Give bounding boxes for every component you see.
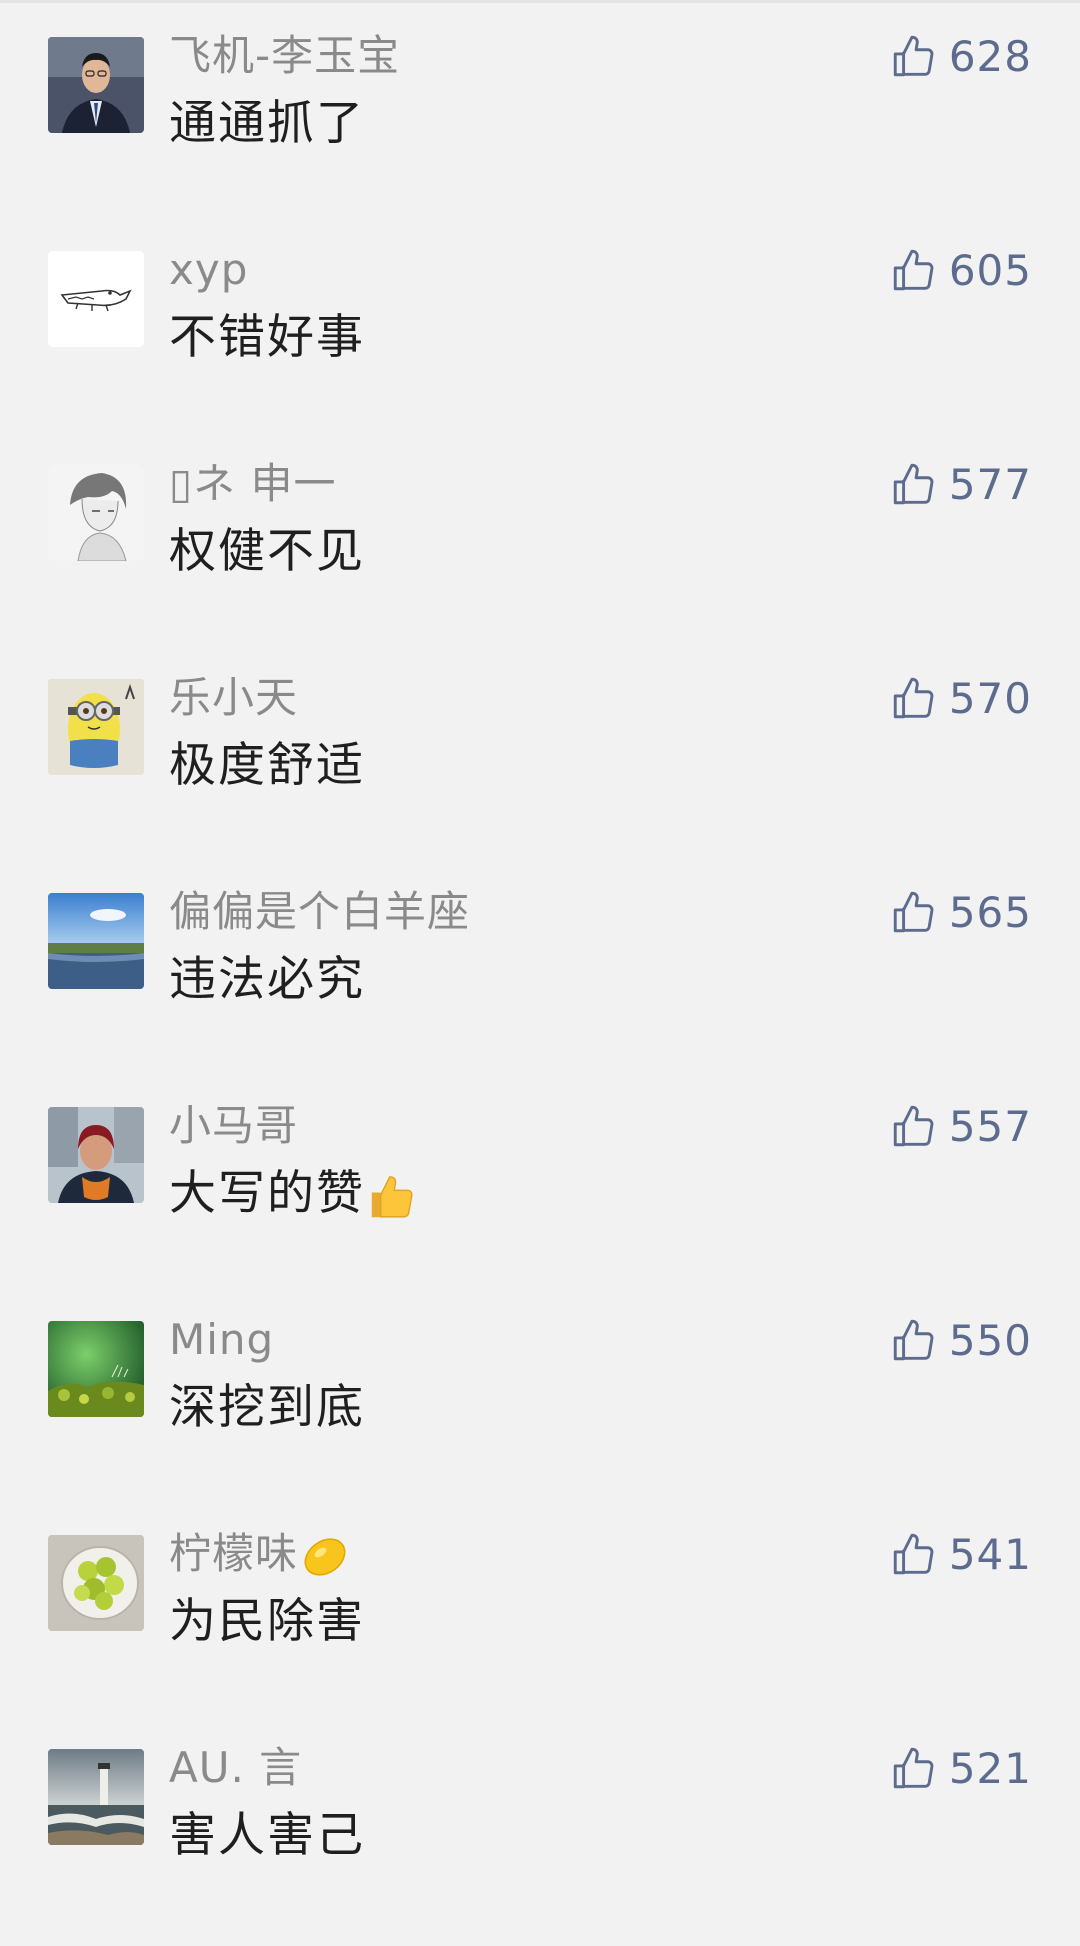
like-count: 577 bbox=[948, 459, 1032, 509]
comment-item: 飞机-李玉宝 通通抓了 628 bbox=[0, 0, 1080, 214]
like-count: 565 bbox=[948, 887, 1032, 937]
thumbs-up-icon bbox=[893, 1105, 934, 1147]
thumbs-up-icon bbox=[893, 1319, 934, 1361]
comment-text: 不错好事 bbox=[169, 310, 365, 365]
thumbs-up-icon bbox=[893, 677, 934, 719]
comment-text: 违法必究 bbox=[169, 952, 365, 1007]
like-button[interactable]: 570 bbox=[889, 668, 1032, 728]
woman-selfie-photo-icon bbox=[48, 1107, 144, 1203]
like-count: 557 bbox=[948, 1101, 1032, 1151]
lake-sky-photo-icon bbox=[48, 893, 144, 989]
comment-item: AU. 言 害人害己 521 bbox=[0, 1712, 1080, 1926]
comment-text: 极度舒适 bbox=[169, 738, 365, 793]
comment-text: 权健不见 bbox=[169, 524, 365, 579]
commenter-name[interactable]: Ming bbox=[169, 1310, 274, 1370]
commenter-name[interactable]: ▯ネ 申一 bbox=[169, 454, 336, 514]
commenter-name[interactable]: AU. 言 bbox=[169, 1738, 302, 1798]
like-count: 605 bbox=[948, 245, 1032, 295]
commenter-name[interactable]: 乐小天 bbox=[169, 668, 298, 728]
commenter-name-text: 柠檬味 bbox=[169, 1529, 299, 1578]
like-button[interactable]: 521 bbox=[889, 1738, 1032, 1798]
like-count: 550 bbox=[948, 1315, 1032, 1365]
avatar[interactable] bbox=[48, 465, 144, 561]
like-button[interactable]: 577 bbox=[889, 454, 1032, 514]
green-moss-photo-icon bbox=[48, 1321, 144, 1417]
comment-item: ▯ネ 申一 权健不见 577 bbox=[0, 428, 1080, 642]
like-button[interactable]: 605 bbox=[889, 240, 1032, 300]
commenter-name[interactable]: 飞机-李玉宝 bbox=[169, 26, 400, 86]
comment-item: 乐小天 极度舒适 570 bbox=[0, 642, 1080, 856]
thumbs-up-icon bbox=[893, 1747, 934, 1789]
like-count: 541 bbox=[948, 1529, 1032, 1579]
commenter-name[interactable]: xyp bbox=[169, 240, 248, 300]
like-button[interactable]: 557 bbox=[889, 1096, 1032, 1156]
thumbs-up-emoji-icon bbox=[371, 1175, 413, 1217]
lemon-emoji-icon bbox=[304, 1537, 346, 1576]
commenter-name[interactable]: 柠檬味 bbox=[169, 1524, 352, 1584]
comment-text: 深挖到底 bbox=[169, 1380, 365, 1435]
comment-text-body: 大写的赞 bbox=[169, 1166, 365, 1221]
avatar[interactable] bbox=[48, 1535, 144, 1631]
lighthouse-sea-photo-icon bbox=[48, 1749, 144, 1845]
like-button[interactable]: 565 bbox=[889, 882, 1032, 942]
thumbs-up-icon bbox=[893, 35, 934, 77]
comment-item: 小马哥 大写的赞 557 bbox=[0, 1070, 1080, 1284]
comment-item: 柠檬味 为民除害 541 bbox=[0, 1498, 1080, 1712]
avatar[interactable] bbox=[48, 37, 144, 133]
like-button[interactable]: 550 bbox=[889, 1310, 1032, 1370]
anime-boy-sketch-icon bbox=[48, 465, 144, 561]
like-button[interactable]: 628 bbox=[889, 26, 1032, 86]
like-count: 628 bbox=[948, 31, 1032, 81]
avatar[interactable] bbox=[48, 679, 144, 775]
comment-text: 害人害己 bbox=[169, 1808, 365, 1863]
like-count: 521 bbox=[948, 1743, 1032, 1793]
minion-drawing-icon bbox=[48, 679, 144, 775]
comment-text: 通通抓了 bbox=[169, 96, 365, 151]
crocodile-drawing-icon bbox=[48, 251, 144, 347]
like-button[interactable]: 541 bbox=[889, 1524, 1032, 1584]
avatar[interactable] bbox=[48, 1107, 144, 1203]
avatar[interactable] bbox=[48, 1321, 144, 1417]
comment-text: 为民除害 bbox=[169, 1594, 365, 1649]
man-in-suit-photo-icon bbox=[48, 37, 144, 133]
like-count: 570 bbox=[948, 673, 1032, 723]
avatar[interactable] bbox=[48, 893, 144, 989]
comment-item: 偏偏是个白羊座 违法必究 565 bbox=[0, 856, 1080, 1070]
succulent-bowl-photo-icon bbox=[48, 1535, 144, 1631]
comment-item: xyp 不错好事 605 bbox=[0, 214, 1080, 428]
comment-item: Ming 深挖到底 550 bbox=[0, 1284, 1080, 1498]
thumbs-up-icon bbox=[893, 249, 934, 291]
comment-text: 大写的赞 bbox=[169, 1162, 419, 1226]
thumbs-up-icon bbox=[893, 1533, 934, 1575]
avatar[interactable] bbox=[48, 251, 144, 347]
thumbs-up-icon bbox=[893, 463, 934, 505]
avatar[interactable] bbox=[48, 1749, 144, 1845]
thumbs-up-icon bbox=[893, 891, 934, 933]
commenter-name[interactable]: 小马哥 bbox=[169, 1096, 298, 1156]
commenter-name[interactable]: 偏偏是个白羊座 bbox=[169, 882, 470, 942]
